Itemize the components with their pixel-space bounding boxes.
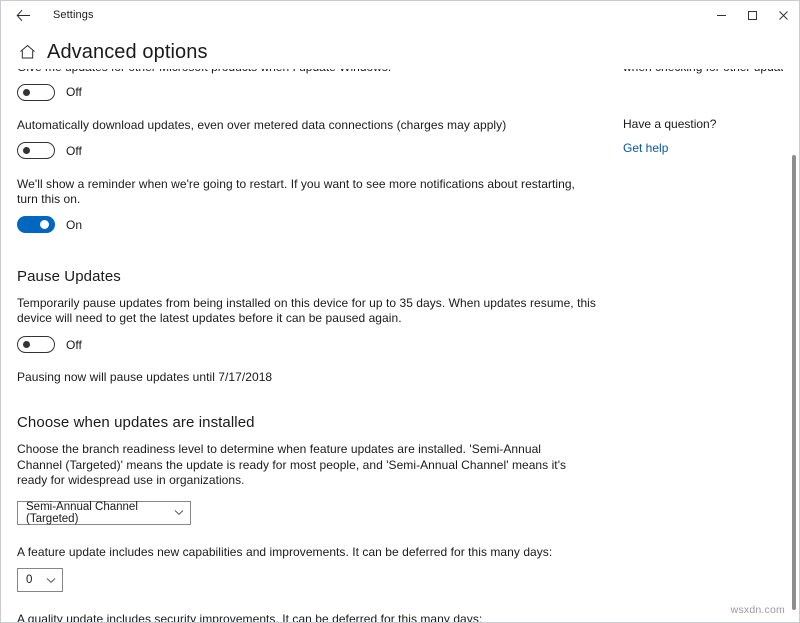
main-column: Give me updates for other Microsoft prod… bbox=[1, 69, 611, 623]
feature-defer-dropdown[interactable]: 0 bbox=[17, 568, 63, 592]
restart-reminder-toggle-label: On bbox=[66, 218, 82, 232]
restart-reminder-toggle-row[interactable]: On bbox=[17, 215, 599, 235]
pause-updates-toggle-label: Off bbox=[66, 338, 82, 352]
other-products-toggle-label: Off bbox=[66, 85, 82, 99]
chevron-down-icon bbox=[46, 577, 56, 584]
metered-toggle[interactable] bbox=[17, 142, 55, 159]
pause-updates-description: Temporarily pause updates from being ins… bbox=[17, 296, 599, 327]
choose-when-description: Choose the branch readiness level to det… bbox=[17, 442, 573, 489]
back-button[interactable] bbox=[1, 1, 45, 29]
right-clipped-text: when checking for other updates. bbox=[623, 69, 783, 77]
right-column: when checking for other updates. Have a … bbox=[623, 69, 783, 157]
have-a-question-heading: Have a question? bbox=[623, 117, 783, 133]
close-icon bbox=[778, 10, 789, 21]
maximize-button[interactable] bbox=[737, 1, 768, 29]
restart-reminder-toggle[interactable] bbox=[17, 216, 55, 233]
feature-update-description: A feature update includes new capabiliti… bbox=[17, 545, 599, 561]
content-area: Give me updates for other Microsoft prod… bbox=[1, 69, 799, 623]
page-header: Advanced options bbox=[1, 35, 799, 69]
metered-toggle-label: Off bbox=[66, 144, 82, 158]
toggle-knob bbox=[40, 220, 49, 229]
branch-readiness-dropdown[interactable]: Semi-Annual Channel (Targeted) bbox=[17, 501, 191, 525]
pause-updates-toggle[interactable] bbox=[17, 336, 55, 353]
get-help-link[interactable]: Get help bbox=[623, 141, 668, 155]
quality-update-description: A quality update includes security impro… bbox=[17, 612, 599, 623]
pause-updates-note: Pausing now will pause updates until 7/1… bbox=[17, 370, 599, 386]
back-arrow-icon bbox=[16, 9, 31, 22]
pause-updates-heading: Pause Updates bbox=[17, 268, 599, 285]
clipped-top-text: Give me updates for other Microsoft prod… bbox=[17, 69, 599, 77]
home-icon[interactable] bbox=[17, 42, 37, 62]
other-products-toggle[interactable] bbox=[17, 84, 55, 101]
watermark: wsxdn.com bbox=[731, 604, 785, 616]
pause-updates-toggle-row[interactable]: Off bbox=[17, 335, 599, 355]
choose-when-heading: Choose when updates are installed bbox=[17, 414, 599, 431]
other-products-toggle-row[interactable]: Off bbox=[17, 82, 599, 102]
chevron-down-icon bbox=[174, 509, 184, 516]
toggle-knob bbox=[23, 89, 30, 96]
caption-buttons bbox=[706, 1, 799, 29]
branch-readiness-value: Semi-Annual Channel (Targeted) bbox=[26, 501, 166, 525]
app-title: Settings bbox=[53, 9, 94, 21]
metered-description: Automatically download updates, even ove… bbox=[17, 118, 599, 134]
maximize-icon bbox=[747, 10, 758, 21]
toggle-knob bbox=[23, 341, 30, 348]
metered-toggle-row[interactable]: Off bbox=[17, 141, 599, 161]
minimize-button[interactable] bbox=[706, 1, 737, 29]
restart-reminder-description: We'll show a reminder when we're going t… bbox=[17, 177, 599, 208]
page-title: Advanced options bbox=[47, 41, 208, 63]
toggle-knob bbox=[23, 147, 30, 154]
get-help-link-row: Get help bbox=[623, 139, 783, 157]
feature-defer-value: 0 bbox=[26, 574, 32, 586]
minimize-icon bbox=[716, 10, 727, 21]
close-button[interactable] bbox=[768, 1, 799, 29]
vertical-scrollbar-thumb[interactable] bbox=[792, 155, 796, 610]
settings-window: Settings bbox=[0, 0, 800, 623]
title-bar: Settings bbox=[1, 1, 799, 29]
